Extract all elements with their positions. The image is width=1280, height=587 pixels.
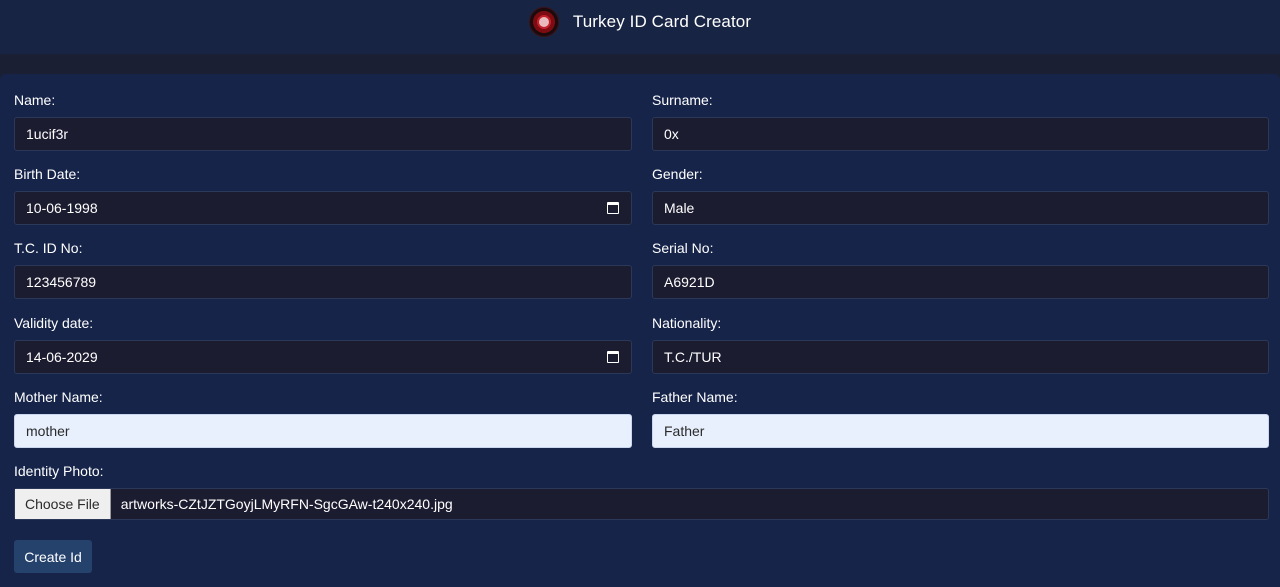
calendar-icon[interactable] xyxy=(607,202,619,214)
name-label: Name: xyxy=(14,92,56,108)
calendar-icon[interactable] xyxy=(607,351,619,363)
validity-date-value: 14-06-2029 xyxy=(26,349,98,365)
mother-name-input[interactable]: mother xyxy=(14,414,632,448)
gender-input[interactable]: Male xyxy=(652,191,1269,225)
emblem-icon xyxy=(528,7,559,37)
identity-photo-label: Identity Photo: xyxy=(14,463,104,479)
serial-no-label: Serial No: xyxy=(652,240,714,256)
birth-date-label: Birth Date: xyxy=(14,166,81,182)
gender-value: Male xyxy=(664,200,695,216)
app-header: Turkey ID Card Creator xyxy=(0,0,1280,54)
gender-label: Gender: xyxy=(652,166,703,182)
serial-no-value: A6921D xyxy=(664,274,715,290)
create-id-button[interactable]: Create Id xyxy=(14,540,92,573)
selected-file-name: artworks-CZtJZTGoyjLMyRFN-SgcGAw-t240x24… xyxy=(120,496,453,512)
name-input[interactable]: 1ucif3r xyxy=(14,117,632,151)
serial-no-input[interactable]: A6921D xyxy=(652,265,1269,299)
tc-id-label: T.C. ID No: xyxy=(14,240,83,256)
validity-date-input[interactable]: 14-06-2029 xyxy=(14,340,632,374)
header-brand: Turkey ID Card Creator xyxy=(528,7,752,37)
birth-date-input[interactable]: 10-06-1998 xyxy=(14,191,632,225)
page-title: Turkey ID Card Creator xyxy=(572,12,752,31)
validity-date-label: Validity date: xyxy=(14,315,94,331)
surname-label: Surname: xyxy=(652,92,713,108)
nationality-input[interactable]: T.C./TUR xyxy=(652,340,1269,374)
birth-date-value: 10-06-1998 xyxy=(26,200,98,216)
tc-id-value: 123456789 xyxy=(26,274,97,290)
header-divider xyxy=(0,54,1280,74)
mother-name-value: mother xyxy=(26,423,70,439)
tc-id-input[interactable]: 123456789 xyxy=(14,265,632,299)
mother-name-label: Mother Name: xyxy=(14,389,103,405)
choose-file-button[interactable]: Choose File xyxy=(15,489,111,519)
surname-value: 0x xyxy=(664,126,679,142)
father-name-input[interactable]: Father xyxy=(652,414,1269,448)
identity-photo-input[interactable]: Choose File artworks-CZtJZTGoyjLMyRFN-Sg… xyxy=(14,488,1269,520)
father-name-value: Father xyxy=(664,423,705,439)
surname-input[interactable]: 0x xyxy=(652,117,1269,151)
name-value: 1ucif3r xyxy=(26,126,69,142)
father-name-label: Father Name: xyxy=(652,389,738,405)
nationality-label: Nationality: xyxy=(652,315,722,331)
nationality-value: T.C./TUR xyxy=(664,349,722,365)
